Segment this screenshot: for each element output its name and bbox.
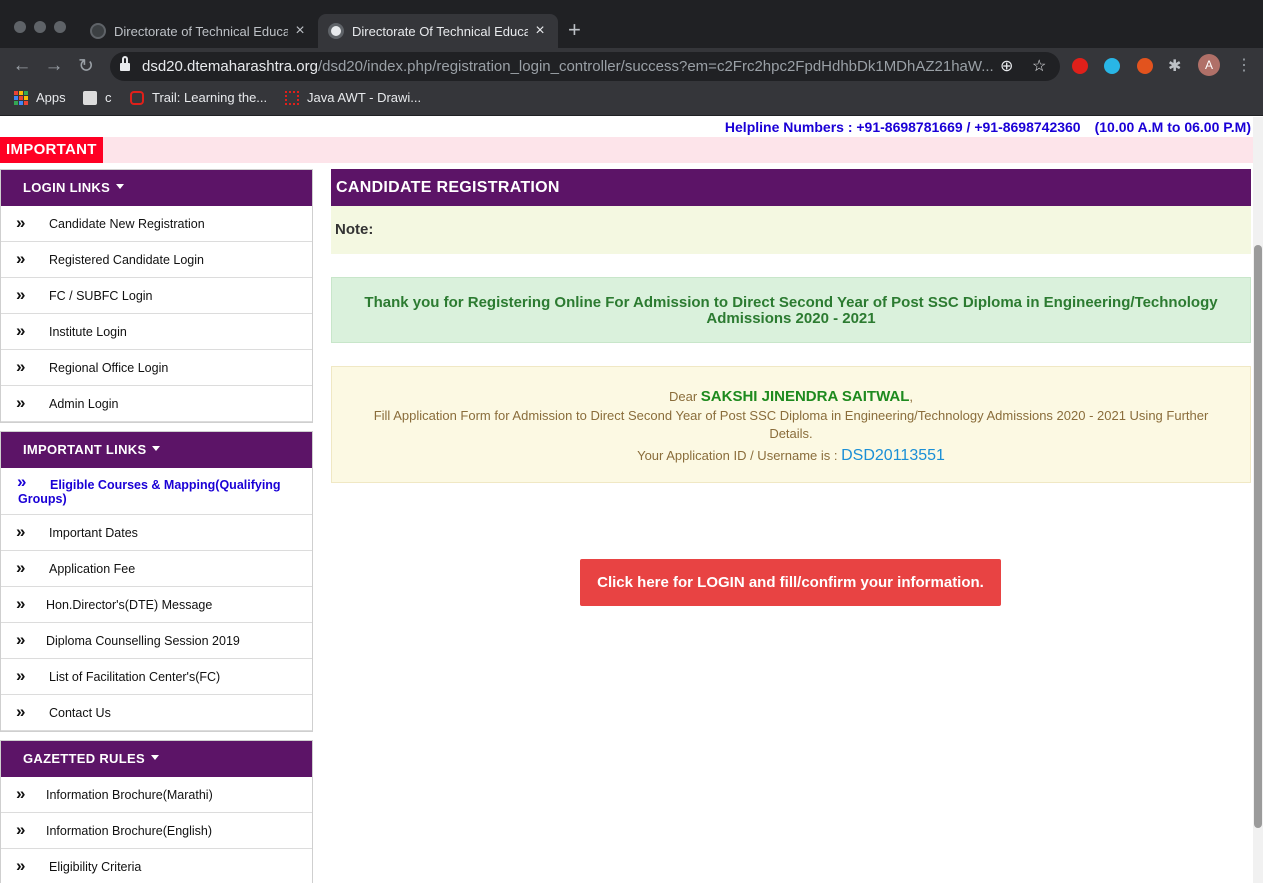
bookmark-trail[interactable]: Trail: Learning the... bbox=[130, 90, 267, 105]
double-chevron-icon: » bbox=[16, 856, 26, 875]
tab-title: Directorate of Technical Educat bbox=[114, 23, 288, 39]
reload-icon[interactable]: ↻ bbox=[74, 55, 98, 78]
double-chevron-icon: » bbox=[16, 594, 26, 613]
bookmarks-bar: Apps c Trail: Learning the... Java AWT -… bbox=[0, 85, 1263, 116]
double-chevron-icon: » bbox=[16, 820, 26, 839]
sidebar-item-facilitation-centers[interactable]: » List of Facilitation Center's(FC) bbox=[1, 659, 312, 695]
important-label: IMPORTANT bbox=[0, 137, 103, 163]
forward-arrow-icon[interactable]: → bbox=[42, 55, 66, 77]
browser-tab-active[interactable]: Directorate Of Technical Educat × bbox=[318, 14, 558, 48]
globe-icon bbox=[90, 23, 106, 39]
important-links-section: IMPORTANT LINKS » Eligible Courses & Mapp… bbox=[0, 431, 313, 732]
double-chevron-icon: » bbox=[16, 285, 26, 304]
profile-avatar[interactable]: A bbox=[1198, 54, 1220, 76]
application-details-box: Dear SAKSHI JINENDRA SAITWAL, Fill Appli… bbox=[331, 366, 1251, 483]
login-button[interactable]: Click here for LOGIN and fill/confirm yo… bbox=[580, 559, 1001, 606]
application-id-line: Your Application ID / Username is : DSD2… bbox=[637, 447, 945, 464]
sidebar-item-director-message[interactable]: » Hon.Director's(DTE) Message bbox=[1, 587, 312, 623]
oracle-icon bbox=[130, 90, 144, 105]
sidebar-item-contact-us[interactable]: » Contact Us bbox=[1, 695, 312, 731]
sidebar-item-candidate-new-registration[interactable]: » Candidate New Registration bbox=[1, 206, 312, 242]
gazetted-rules-header[interactable]: GAZETTED RULES bbox=[1, 741, 312, 777]
double-chevron-icon: » bbox=[16, 213, 26, 232]
application-id: DSD20113551 bbox=[841, 447, 945, 464]
candidate-name: SAKSHI JINENDRA SAITWAL bbox=[700, 388, 910, 405]
sidebar-item-counselling-session[interactable]: » Diploma Counselling Session 2019 bbox=[1, 623, 312, 659]
fill-instructions: Fill Application Form for Admission to D… bbox=[373, 408, 1209, 441]
extension-icon[interactable] bbox=[1104, 58, 1120, 74]
sidebar-item-eligible-courses[interactable]: » Eligible Courses & Mapping(Qualifying G… bbox=[1, 468, 312, 515]
new-tab-plus-icon[interactable]: + bbox=[568, 17, 581, 43]
page-title: CANDIDATE REGISTRATION bbox=[331, 169, 1251, 206]
login-links-section: LOGIN LINKS » Candidate New Registration … bbox=[0, 169, 313, 423]
tab-close-icon[interactable]: × bbox=[292, 22, 308, 40]
double-chevron-icon: » bbox=[16, 630, 26, 649]
extension-icon[interactable] bbox=[1137, 58, 1153, 74]
sidebar-item-fc-subfc-login[interactable]: » FC / SUBFC Login bbox=[1, 278, 312, 314]
sidebar-item-admin-login[interactable]: » Admin Login bbox=[1, 386, 312, 422]
sidebar-item-brochure-english[interactable]: » Information Brochure(English) bbox=[1, 813, 312, 849]
double-chevron-icon: » bbox=[16, 702, 26, 721]
double-chevron-icon: » bbox=[16, 393, 26, 412]
note-label: Note: bbox=[331, 206, 1251, 254]
bookmark-java-awt[interactable]: Java AWT - Drawi... bbox=[285, 90, 421, 105]
caret-down-icon bbox=[150, 755, 159, 761]
scrollbar-thumb[interactable] bbox=[1254, 245, 1262, 828]
bookmark-star-icon[interactable]: ☆ bbox=[1032, 56, 1046, 76]
bookmark-apps[interactable]: Apps bbox=[14, 90, 66, 105]
important-marquee-bar: IMPORTANT bbox=[0, 137, 1253, 163]
puzzle-extensions-icon[interactable]: ✱ bbox=[1168, 56, 1181, 76]
bookmark-c[interactable]: c bbox=[83, 90, 112, 105]
greeting-line: Dear SAKSHI JINENDRA SAITWAL, bbox=[668, 388, 914, 405]
sidebar-item-eligibility-criteria[interactable]: » Eligibility Criteria bbox=[1, 849, 312, 883]
address-bar[interactable]: dsd20.dtemaharashtra.org/dsd20/index.php… bbox=[110, 52, 1060, 81]
url-text: dsd20.dtemaharashtra.org/dsd20/index.php… bbox=[142, 58, 994, 75]
adblock-extension-icon[interactable] bbox=[1072, 58, 1088, 74]
tab-close-icon[interactable]: × bbox=[532, 22, 548, 40]
web-page: Helpline Numbers : +91-8698781669 / +91-… bbox=[0, 117, 1253, 883]
back-arrow-icon[interactable]: ← bbox=[10, 55, 34, 77]
browser-tab-strip: Directorate of Technical Educat × Direct… bbox=[0, 0, 1263, 48]
success-message: Thank you for Registering Online For Adm… bbox=[331, 277, 1251, 343]
login-links-header[interactable]: LOGIN LINKS bbox=[1, 170, 312, 206]
apps-grid-icon bbox=[14, 90, 28, 105]
double-chevron-icon: » bbox=[16, 784, 26, 803]
lock-icon bbox=[120, 56, 130, 72]
sidebar-item-application-fee[interactable]: » Application Fee bbox=[1, 551, 312, 587]
sidebar-item-regional-office-login[interactable]: » Regional Office Login bbox=[1, 350, 312, 386]
page-icon bbox=[83, 90, 97, 105]
more-menu-icon[interactable]: ⋮ bbox=[1236, 55, 1252, 75]
double-chevron-icon: » bbox=[16, 666, 26, 685]
caret-down-icon bbox=[116, 184, 125, 190]
double-chevron-icon: » bbox=[16, 522, 26, 541]
sidebar-item-registered-candidate-login[interactable]: » Registered Candidate Login bbox=[1, 242, 312, 278]
double-chevron-icon: » bbox=[16, 249, 26, 268]
double-chevron-icon: » bbox=[16, 357, 26, 376]
window-zoom-dot[interactable] bbox=[54, 21, 66, 33]
window-close-dot[interactable] bbox=[14, 21, 26, 33]
double-chevron-icon: » bbox=[17, 472, 27, 491]
browser-toolbar: ← → ↻ dsd20.dtemaharashtra.org/dsd20/ind… bbox=[0, 48, 1263, 85]
sidebar: LOGIN LINKS » Candidate New Registration … bbox=[0, 169, 313, 883]
sidebar-item-institute-login[interactable]: » Institute Login bbox=[1, 314, 312, 350]
site-favicon-icon bbox=[328, 23, 344, 39]
sidebar-item-brochure-marathi[interactable]: » Information Brochure(Marathi) bbox=[1, 777, 312, 813]
tab-title: Directorate Of Technical Educat bbox=[352, 23, 528, 39]
zoom-magnifier-icon[interactable]: ⊕ bbox=[1000, 56, 1013, 76]
sidebar-item-important-dates[interactable]: » Important Dates bbox=[1, 515, 312, 551]
window-minimize-dot[interactable] bbox=[34, 21, 46, 33]
gazetted-rules-section: GAZETTED RULES » Information Brochure(Mar… bbox=[0, 740, 313, 883]
double-chevron-icon: » bbox=[16, 321, 26, 340]
java-icon bbox=[285, 90, 299, 105]
important-links-header[interactable]: IMPORTANT LINKS bbox=[1, 432, 312, 468]
double-chevron-icon: » bbox=[16, 558, 26, 577]
helpline-text: Helpline Numbers : +91-8698781669 / +91-… bbox=[724, 119, 1251, 135]
caret-down-icon bbox=[152, 446, 161, 452]
browser-tab-inactive[interactable]: Directorate of Technical Educat × bbox=[80, 14, 318, 48]
main-content: CANDIDATE REGISTRATION Note: Thank you f… bbox=[331, 169, 1251, 606]
